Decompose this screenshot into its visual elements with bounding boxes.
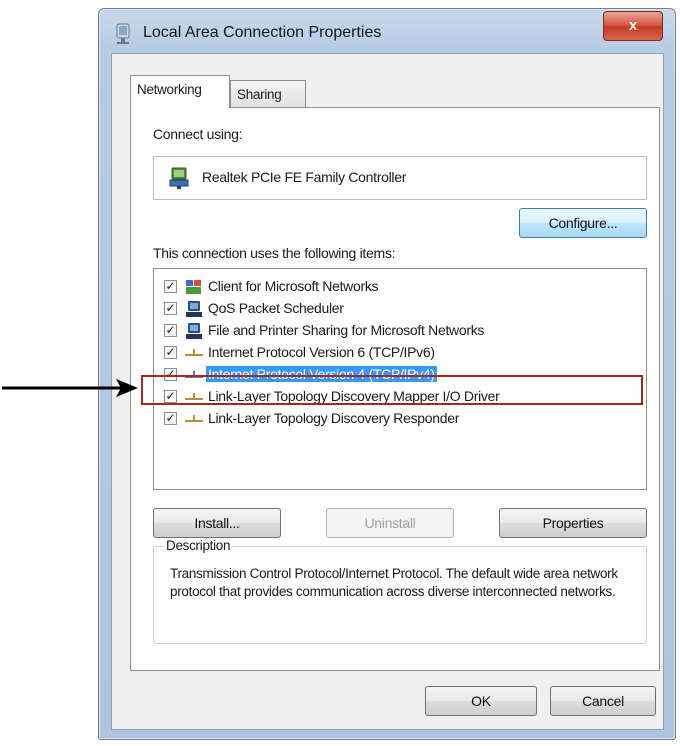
network-connection-icon: [116, 23, 130, 44]
window-title: Local Area Connection Properties: [143, 24, 382, 41]
item-label: Client for Microsoft Networks: [208, 278, 379, 294]
file-printer-sharing-icon: [186, 323, 202, 339]
properties-dialog: Local Area Connection Properties x Netwo…: [98, 8, 676, 740]
list-item[interactable]: ✓ QoS Packet Scheduler: [154, 299, 634, 321]
title-bar[interactable]: Local Area Connection Properties x: [99, 9, 675, 53]
item-label: Internet Protocol Version 6 (TCP/IPv6): [208, 344, 435, 360]
item-label: File and Printer Sharing for Microsoft N…: [208, 322, 485, 338]
list-item[interactable]: ✓ Link-Layer Topology Discovery Responde…: [154, 409, 634, 431]
list-item[interactable]: ✓ File and Printer Sharing for Microsoft…: [154, 321, 634, 343]
description-text: Transmission Control Protocol/Internet P…: [170, 566, 618, 599]
uninstall-button: Uninstall: [326, 508, 454, 538]
tab-networking[interactable]: Networking: [130, 75, 230, 108]
ok-button[interactable]: OK: [425, 686, 537, 716]
items-label: This connection uses the following items…: [153, 245, 396, 261]
adapter-name: Realtek PCIe FE Family Controller: [202, 169, 407, 185]
annotation-arrow-icon: [2, 379, 138, 397]
qos-scheduler-icon: [186, 301, 202, 317]
item-checkbox[interactable]: ✓: [164, 412, 177, 425]
properties-button[interactable]: Properties: [499, 508, 647, 538]
cancel-button[interactable]: Cancel: [550, 686, 656, 716]
item-label: Link-Layer Topology Discovery Responder: [208, 410, 460, 426]
list-item[interactable]: ✓ Client for Microsoft Networks: [154, 277, 634, 299]
network-adapter-icon: [169, 167, 189, 189]
item-checkbox[interactable]: ✓: [164, 346, 177, 359]
description-group: Description Transmission Control Protoco…: [153, 538, 647, 644]
list-item[interactable]: ✓ Internet Protocol Version 6 (TCP/IPv6): [154, 343, 634, 365]
connect-using-label: Connect using:: [153, 126, 243, 142]
close-icon: x: [628, 17, 638, 34]
adapter-box: Realtek PCIe FE Family Controller: [153, 156, 647, 200]
network-client-icon: [186, 280, 201, 294]
protocol-icon: [185, 415, 203, 422]
item-checkbox[interactable]: ✓: [164, 302, 177, 315]
tab-sharing[interactable]: Sharing: [230, 80, 306, 108]
configure-button[interactable]: Configure...: [519, 208, 647, 238]
install-button[interactable]: Install...: [153, 508, 281, 538]
close-button[interactable]: x: [603, 11, 663, 41]
ipv4-highlight-box: [141, 375, 643, 405]
item-checkbox[interactable]: ✓: [164, 280, 177, 293]
item-label: QoS Packet Scheduler: [208, 300, 344, 316]
protocol-icon: [185, 349, 203, 356]
item-checkbox[interactable]: ✓: [164, 324, 177, 337]
description-legend: Description: [164, 538, 233, 553]
